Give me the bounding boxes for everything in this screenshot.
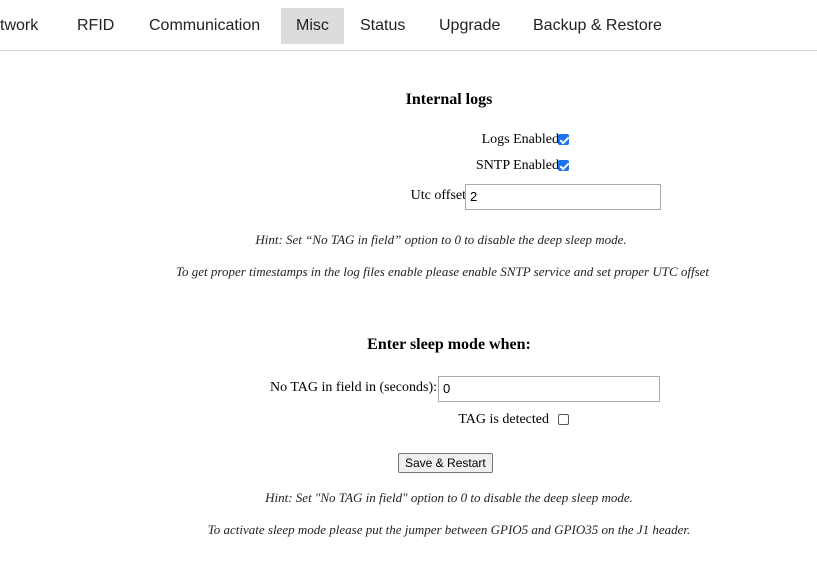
sntp-enabled-checkbox[interactable]	[558, 160, 569, 171]
sleep-mode-hint-deep-sleep: Hint: Set "No TAG in field" option to 0 …	[265, 490, 633, 505]
utc-offset-label: Utc offset	[410, 188, 466, 203]
tag-detected-label: TAG is detected	[458, 412, 549, 427]
tab-label: RFID	[77, 17, 115, 34]
sleep-mode-hint-jumper: To activate sleep mode please put the ju…	[207, 522, 691, 537]
tab-network[interactable]: twork	[0, 8, 53, 44]
logs-enabled-label: Logs Enabled	[481, 132, 559, 147]
tab-bar: twork RFID Communication Misc Status Upg…	[0, 0, 817, 51]
internal-logs-hint-sntp: To get proper timestamps in the log file…	[175, 264, 710, 279]
tab-label: Status	[360, 17, 406, 34]
tab-upgrade[interactable]: Upgrade	[424, 8, 515, 44]
utc-offset-input[interactable]: 2	[465, 184, 661, 210]
tab-label: Communication	[149, 17, 261, 34]
sleep-mode-heading: Enter sleep mode when:	[367, 336, 531, 353]
internal-logs-hint-sleep: Hint: Set “No TAG in field” option to 0 …	[255, 232, 627, 247]
sntp-enabled-label: SNTP Enabled	[475, 158, 559, 173]
internal-logs-heading: Internal logs	[405, 91, 493, 108]
logs-enabled-checkbox[interactable]	[558, 134, 569, 145]
tab-label: Backup & Restore	[533, 17, 662, 34]
tab-misc[interactable]: Misc	[281, 8, 344, 44]
no-tag-seconds-input[interactable]: 0	[438, 376, 660, 402]
tab-label: Upgrade	[439, 17, 501, 34]
tab-status[interactable]: Status	[345, 8, 420, 44]
tag-detected-checkbox[interactable]	[558, 414, 569, 425]
save-restart-button[interactable]: Save & Restart	[398, 453, 493, 473]
tab-rfid[interactable]: RFID	[62, 8, 129, 44]
tab-label: twork	[0, 17, 39, 34]
tab-label: Misc	[296, 17, 329, 34]
no-tag-label: No TAG in field in (seconds):	[270, 380, 437, 395]
tab-backup-restore[interactable]: Backup & Restore	[518, 8, 677, 44]
misc-panel: Internal logs Logs Enabled SNTP Enabled …	[10, 51, 817, 563]
tab-communication[interactable]: Communication	[134, 8, 275, 44]
